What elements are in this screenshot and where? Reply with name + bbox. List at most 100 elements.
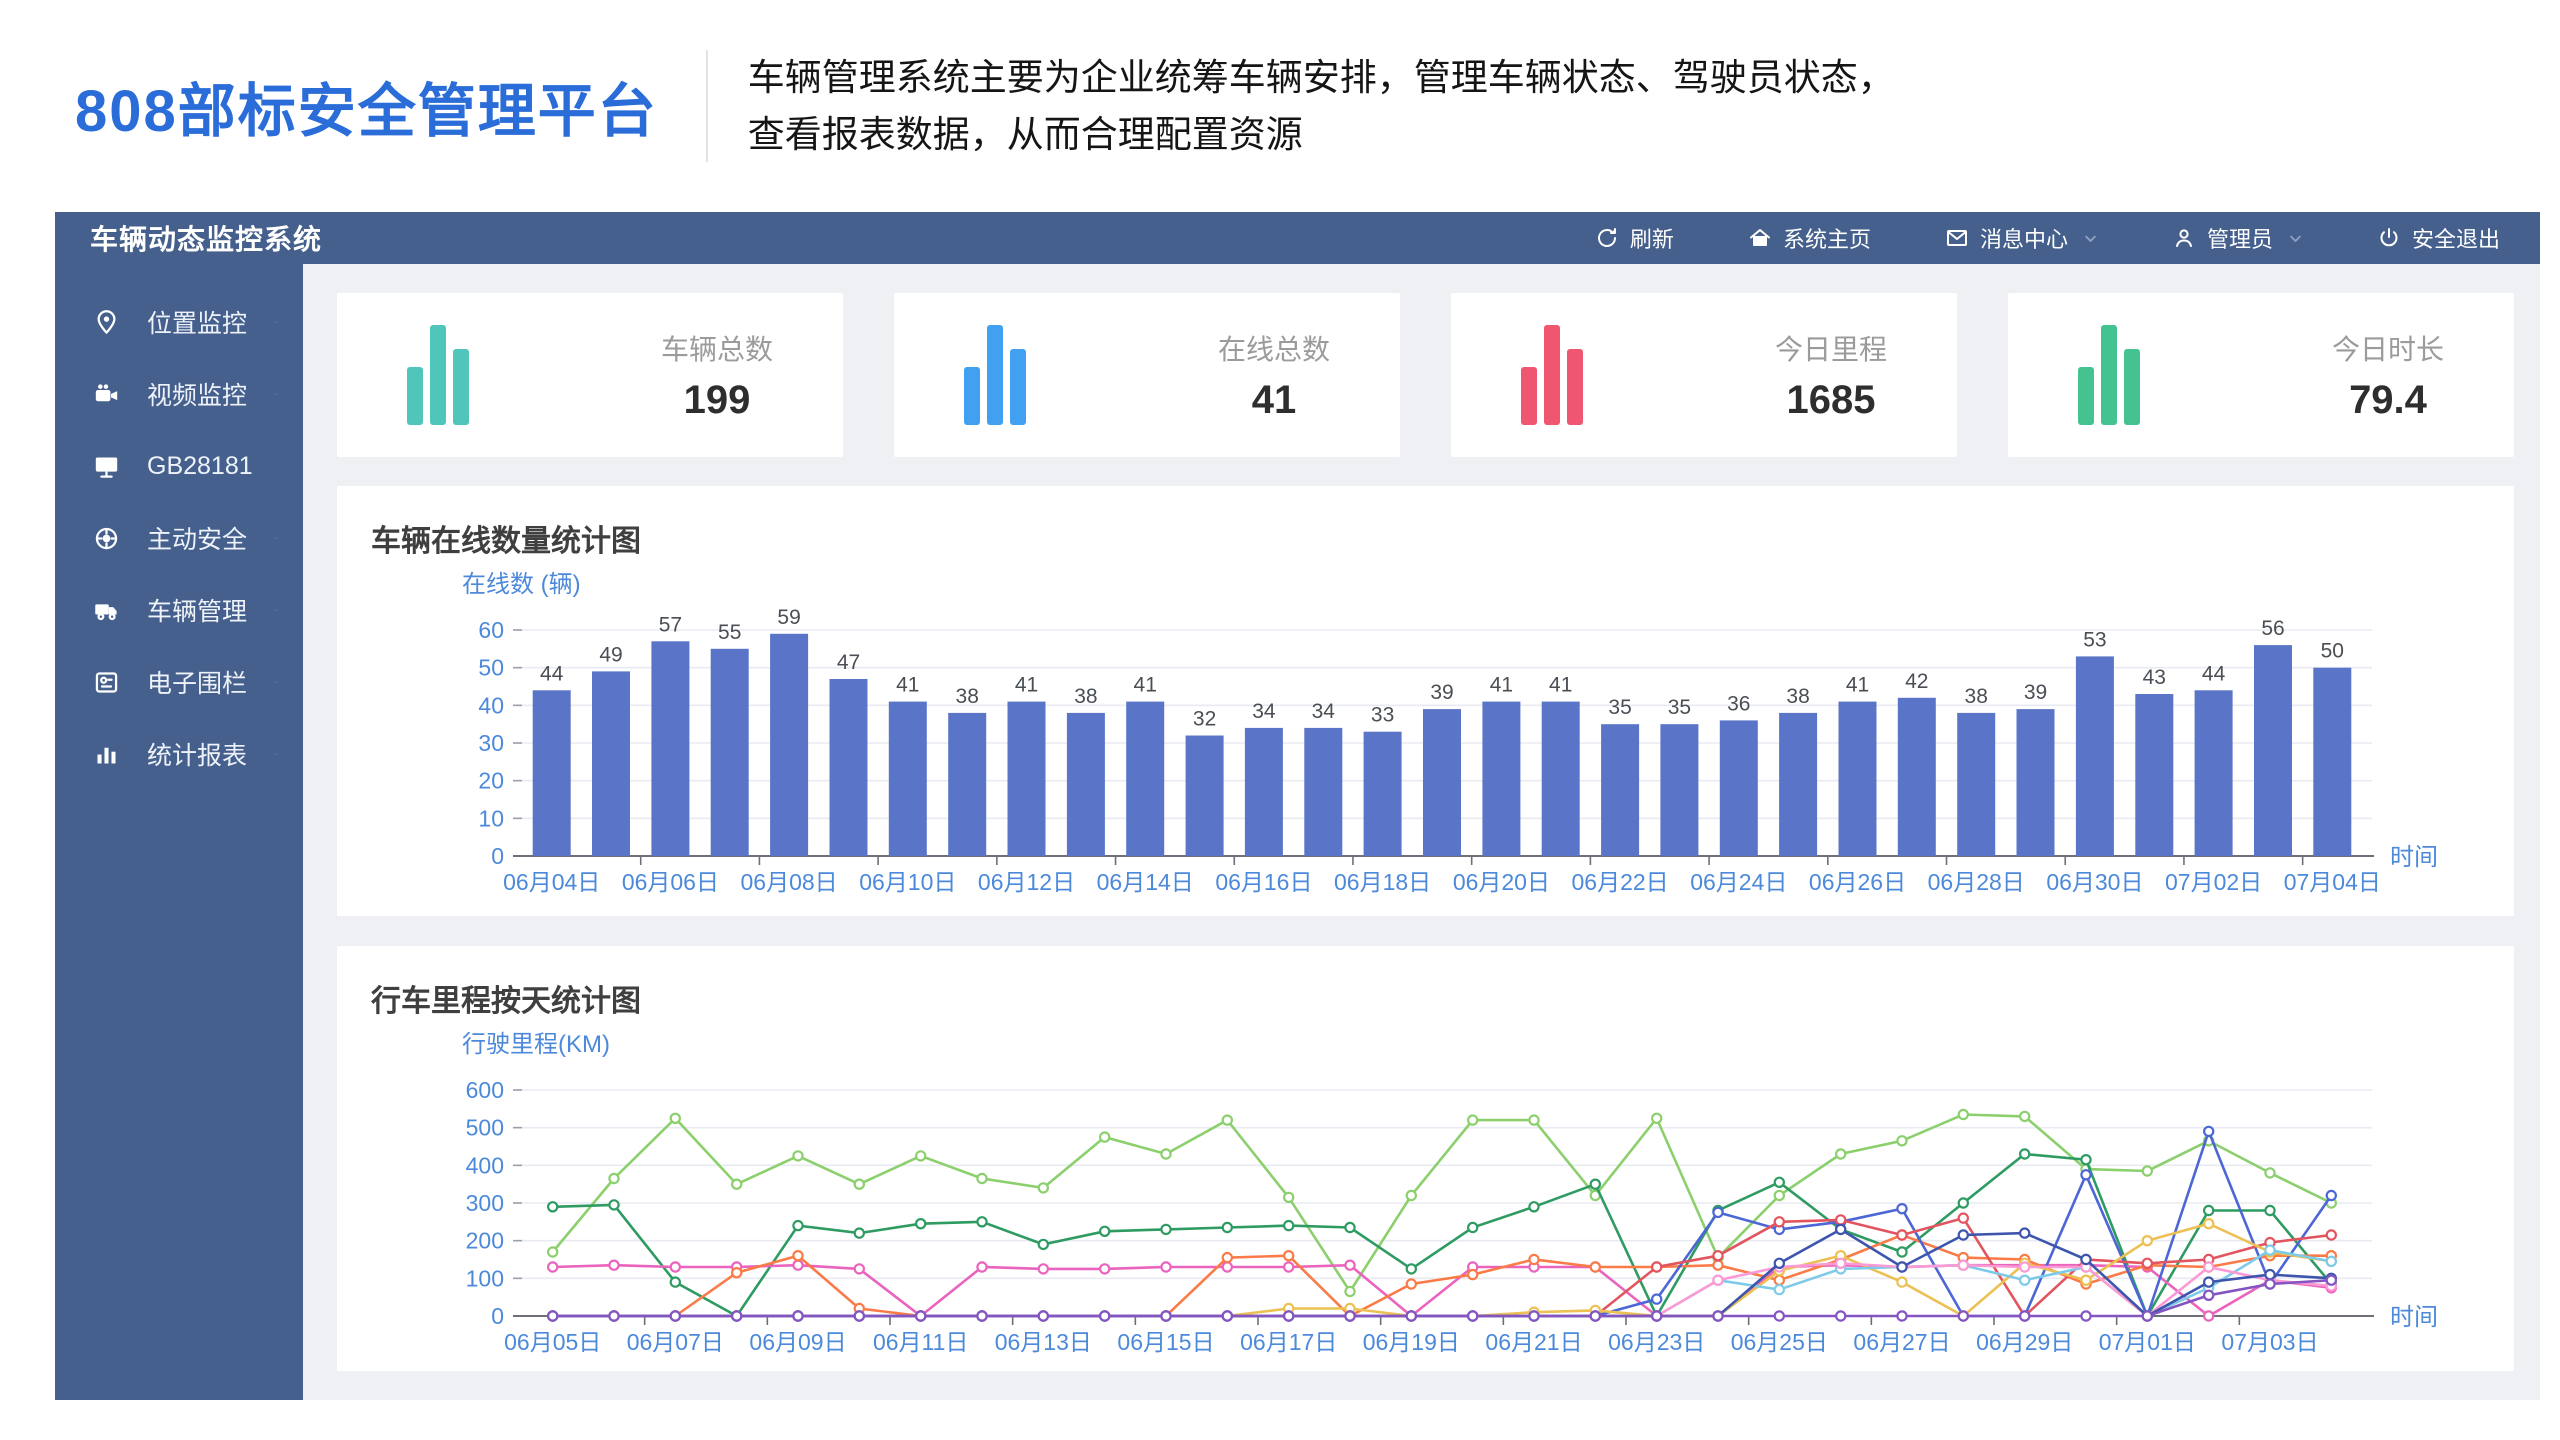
data-point[interactable] [1100, 1264, 1109, 1273]
data-point[interactable] [793, 1251, 802, 1260]
data-point[interactable] [1713, 1251, 1722, 1260]
data-point[interactable] [1775, 1191, 1784, 1200]
data-point[interactable] [1223, 1116, 1232, 1125]
bar[interactable] [1660, 724, 1698, 856]
data-point[interactable] [793, 1311, 802, 1320]
data-point[interactable] [855, 1311, 864, 1320]
bar[interactable] [1601, 724, 1639, 856]
data-point[interactable] [2020, 1276, 2029, 1285]
data-point[interactable] [2020, 1229, 2029, 1238]
data-point[interactable] [1836, 1215, 1845, 1224]
data-point[interactable] [609, 1311, 618, 1320]
data-point[interactable] [2081, 1155, 2090, 1164]
data-point[interactable] [2020, 1112, 2029, 1121]
bar[interactable] [2135, 694, 2173, 856]
data-point[interactable] [2020, 1311, 2029, 1320]
data-point[interactable] [1284, 1262, 1293, 1271]
data-point[interactable] [1959, 1230, 1968, 1239]
data-point[interactable] [1591, 1262, 1600, 1271]
data-point[interactable] [2020, 1149, 2029, 1158]
data-point[interactable] [1468, 1116, 1477, 1125]
bar[interactable] [1364, 732, 1402, 856]
data-point[interactable] [671, 1114, 680, 1123]
bar[interactable] [2017, 709, 2055, 856]
data-point[interactable] [1897, 1278, 1906, 1287]
data-point[interactable] [855, 1264, 864, 1273]
sidebar-item-location[interactable]: 位置监控 [55, 286, 303, 358]
data-point[interactable] [1897, 1311, 1906, 1320]
data-point[interactable] [2204, 1219, 2213, 1228]
data-point[interactable] [2020, 1262, 2029, 1271]
data-point[interactable] [548, 1311, 557, 1320]
bar[interactable] [1957, 713, 1995, 856]
data-point[interactable] [1161, 1262, 1170, 1271]
data-point[interactable] [2327, 1257, 2336, 1266]
data-point[interactable] [1836, 1149, 1845, 1158]
sidebar-item-fence[interactable]: 电子围栏 [55, 646, 303, 718]
data-point[interactable] [1407, 1264, 1416, 1273]
bar[interactable] [1898, 698, 1936, 856]
bar[interactable] [889, 702, 927, 856]
data-point[interactable] [1284, 1193, 1293, 1202]
nav-item-mail[interactable]: 消息中心 [1945, 222, 2098, 254]
bar[interactable] [1008, 702, 1046, 856]
data-point[interactable] [609, 1200, 618, 1209]
data-point[interactable] [1775, 1285, 1784, 1294]
data-point[interactable] [1039, 1240, 1048, 1249]
data-point[interactable] [732, 1268, 741, 1277]
bar[interactable] [2195, 690, 2233, 856]
bar[interactable] [770, 634, 808, 856]
data-point[interactable] [1652, 1114, 1661, 1123]
data-point[interactable] [2081, 1255, 2090, 1264]
data-point[interactable] [1897, 1247, 1906, 1256]
data-point[interactable] [793, 1151, 802, 1160]
sidebar-item-monitor[interactable]: GB28181 [55, 430, 303, 502]
bar[interactable] [1126, 702, 1164, 856]
data-point[interactable] [1775, 1178, 1784, 1187]
data-point[interactable] [2265, 1168, 2274, 1177]
bar[interactable] [1779, 713, 1817, 856]
data-point[interactable] [1652, 1262, 1661, 1271]
data-point[interactable] [1529, 1116, 1538, 1125]
data-point[interactable] [1284, 1311, 1293, 1320]
sidebar-item-video[interactable]: 视频监控 [55, 358, 303, 430]
nav-item-power[interactable]: 安全退出 [2377, 222, 2500, 254]
bar[interactable] [711, 649, 749, 856]
bar[interactable] [1186, 736, 1224, 857]
data-point[interactable] [1652, 1295, 1661, 1304]
data-point[interactable] [1223, 1311, 1232, 1320]
data-point[interactable] [2204, 1206, 2213, 1215]
data-point[interactable] [1959, 1110, 1968, 1119]
data-point[interactable] [1897, 1204, 1906, 1213]
data-point[interactable] [671, 1311, 680, 1320]
data-point[interactable] [1223, 1223, 1232, 1232]
data-point[interactable] [2265, 1270, 2274, 1279]
data-point[interactable] [2143, 1311, 2152, 1320]
sidebar-item-truck[interactable]: 车辆管理 [55, 574, 303, 646]
data-point[interactable] [1775, 1259, 1784, 1268]
bar[interactable] [1067, 713, 1105, 856]
data-point[interactable] [1345, 1223, 1354, 1232]
data-point[interactable] [2265, 1246, 2274, 1255]
bar[interactable] [948, 713, 986, 856]
data-point[interactable] [2204, 1311, 2213, 1320]
bar[interactable] [1482, 702, 1520, 856]
data-point[interactable] [2143, 1259, 2152, 1268]
data-point[interactable] [916, 1219, 925, 1228]
data-point[interactable] [916, 1151, 925, 1160]
data-point[interactable] [1713, 1276, 1722, 1285]
data-point[interactable] [2204, 1127, 2213, 1136]
data-point[interactable] [671, 1278, 680, 1287]
data-point[interactable] [1345, 1287, 1354, 1296]
data-point[interactable] [2204, 1262, 2213, 1271]
bar[interactable] [2076, 656, 2114, 856]
data-point[interactable] [1039, 1311, 1048, 1320]
data-point[interactable] [2204, 1291, 2213, 1300]
data-point[interactable] [1529, 1255, 1538, 1264]
data-point[interactable] [793, 1261, 802, 1270]
data-point[interactable] [1959, 1214, 1968, 1223]
data-point[interactable] [1591, 1180, 1600, 1189]
nav-item-user[interactable]: 管理员 [2172, 222, 2303, 254]
sidebar-item-chart[interactable]: 统计报表 [55, 718, 303, 790]
data-point[interactable] [1959, 1311, 1968, 1320]
